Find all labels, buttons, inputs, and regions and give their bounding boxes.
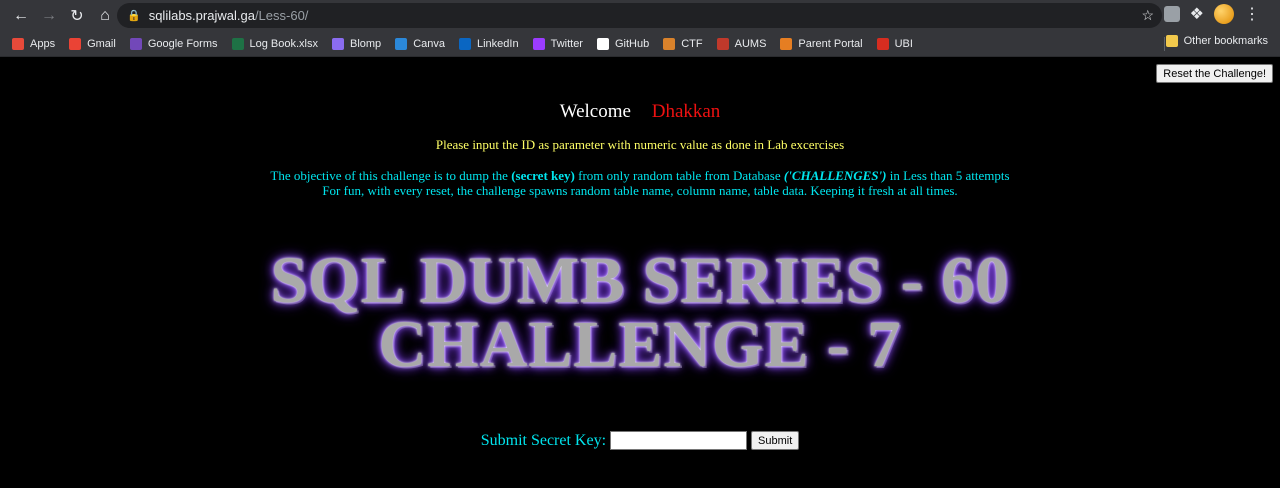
bookmark-label: Canva [413,37,445,50]
gmail-icon [69,37,82,50]
bookmark-google-forms[interactable]: Google Forms [129,37,218,50]
ubi-icon [876,37,889,50]
aums-icon [716,37,729,50]
blomp-icon [332,37,344,50]
linkedin-icon [458,37,471,50]
bookmark-label: CTF [681,37,703,50]
submit-button[interactable]: Submit [751,431,800,450]
bookmark-label: Log Book.xlsx [249,37,318,50]
bookmark-label: Twitter [550,37,583,50]
bookmark-label: Google Forms [147,37,218,50]
puzzle-extensions-icon[interactable]: ❖ [1190,4,1204,24]
address-bar[interactable]: 🔒 sqlilabs.prajwal.ga /Less-60/ ☆ [117,3,1162,28]
ctf-icon [663,37,676,50]
home-icon[interactable]: ⌂ [92,3,118,29]
extension-icon[interactable] [1163,6,1180,22]
lock-icon: 🔒 [127,10,141,22]
url-path: /Less-60/ [254,8,309,23]
bookmark-label: Blomp [350,37,382,50]
fun-line: For fun, with every reset, the challenge… [322,183,958,198]
apps-grid-icon [12,37,24,50]
user-name: Dhakkan [651,101,721,122]
bookmark-label: Apps [30,37,56,50]
secret-key-input[interactable] [610,431,748,450]
parent-portal-icon [780,37,793,50]
instruction-text: Please input the ID as parameter with nu… [435,137,845,152]
bookmark-label: Parent Portal [798,37,863,50]
other-bookmarks[interactable]: Other bookmarks [1165,35,1268,47]
other-bookmarks-label: Other bookmarks [1183,35,1268,47]
bookmark-twitter[interactable]: Twitter [532,37,583,50]
bookmark-linkedin[interactable]: LinkedIn [458,37,519,50]
bookmark-label: AUMS [734,37,767,50]
url-host: sqlilabs.prajwal.ga [148,8,255,23]
bookmark-ctf[interactable]: CTF [663,37,703,50]
twitter-icon [532,37,545,50]
forward-arrow-icon[interactable]: → [36,3,62,29]
bookmark-label: Gmail [87,37,116,50]
reset-challenge-button[interactable]: Reset the Challenge! [1156,64,1273,83]
objective-database: ('CHALLENGES') [783,168,887,183]
objective-mid: from only random table from Database [574,168,784,183]
submit-secret-key-label: Submit Secret Key: [480,431,607,449]
bookmark-gmail[interactable]: Gmail [69,37,116,50]
bookmark-aums[interactable]: AUMS [716,37,767,50]
objective-text: The objective of this challenge is to du… [0,168,1280,198]
objective-line: The objective of this challenge is to du… [0,168,1280,183]
bookmark-log-book-xlsx[interactable]: Log Book.xlsx [231,37,318,50]
challenge-banner: SQL DUMB SERIES - 60 CHALLENGE - 7 [185,243,1095,383]
bookmark-blomp[interactable]: Blomp [332,37,382,50]
bookmark-label: GitHub [614,37,650,50]
folder-icon [1165,35,1178,47]
bookmark-apps[interactable]: Apps [12,37,56,50]
bookmark-star-icon[interactable]: ☆ [1141,7,1154,24]
profile-avatar-icon[interactable] [1214,4,1234,24]
back-arrow-icon[interactable]: ← [8,3,34,29]
browser-toolbar: ← → ↻ ⌂ 🔒 sqlilabs.prajwal.ga /Less-60/ … [0,0,1280,31]
submit-row: Submit Secret Key: Submit [0,431,1280,450]
bookmark-label: LinkedIn [476,37,519,50]
github-icon [596,37,609,50]
bookmarks-bar: Apps Gmail Google Forms Log Book.xlsx Blomp C… [0,31,1280,57]
bookmark-github[interactable]: GitHub [596,37,650,50]
reload-icon[interactable]: ↻ [64,3,90,29]
menu-kebab-icon[interactable]: ⋮ [1244,4,1260,24]
page-content: Reset the Challenge! Welcome Dhakkan Ple… [0,57,1280,488]
bookmark-label: UBI [894,37,913,50]
welcome-label: Welcome [559,101,631,122]
bookmark-canva[interactable]: Canva [395,37,445,50]
google-forms-icon [129,37,142,50]
objective-pre: The objective of this challenge is to du… [270,168,512,183]
banner-subtitle: CHALLENGE - 7 [378,308,902,381]
objective-secret-key: (secret key) [511,168,575,183]
canva-icon [395,37,408,50]
excel-icon [231,37,244,50]
bookmark-parent-portal[interactable]: Parent Portal [780,37,863,50]
bookmark-ubi[interactable]: UBI [876,37,913,50]
welcome-line: Welcome Dhakkan [0,101,1280,123]
objective-post: in Less than 5 attempts [886,168,1010,183]
